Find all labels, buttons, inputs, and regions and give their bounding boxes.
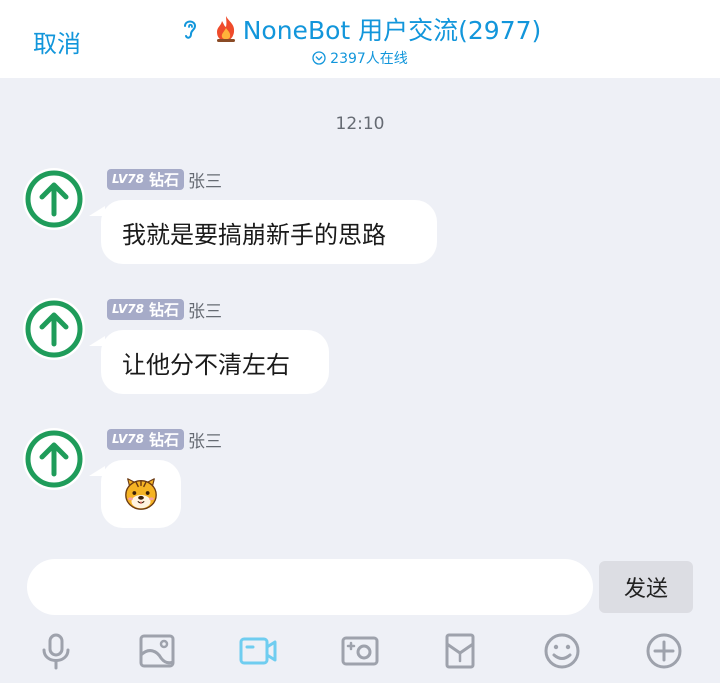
image-icon xyxy=(139,634,175,668)
level-badge: LV78 钻石 xyxy=(107,298,184,320)
bottom-toolbar xyxy=(0,628,720,674)
message-item: LV78 钻石 张三 我就是要搞崩新手的思路 xyxy=(0,168,720,268)
send-button[interactable]: 发送 xyxy=(599,561,693,613)
message-input[interactable] xyxy=(27,559,593,615)
red-packet-button[interactable] xyxy=(437,628,483,674)
image-button[interactable] xyxy=(134,628,180,674)
avatar[interactable] xyxy=(23,168,85,230)
level-text: LV78 xyxy=(112,302,144,316)
microphone-button[interactable] xyxy=(33,628,79,674)
level-badge: LV78 钻石 xyxy=(107,168,184,190)
online-status: 2397人在线 xyxy=(0,48,720,68)
tiger-face-emoji-icon xyxy=(125,478,157,510)
chat-title-row[interactable]: NoneBot 用户交流(2977) xyxy=(0,12,720,46)
bubble-tail xyxy=(89,206,105,216)
camera-button[interactable] xyxy=(337,628,383,674)
plus-icon xyxy=(646,633,682,669)
video-icon xyxy=(239,637,277,665)
camera-icon xyxy=(341,636,379,666)
red-packet-icon xyxy=(445,633,475,669)
emoji-icon xyxy=(544,633,580,669)
avatar[interactable] xyxy=(23,428,85,490)
message-bubble[interactable]: 让他分不清左右 xyxy=(89,330,329,394)
chat-title: NoneBot 用户交流(2977) xyxy=(242,16,542,45)
fire-icon xyxy=(216,16,235,42)
message-meta: LV78 钻石 张三 xyxy=(107,167,222,192)
message-bubble[interactable] xyxy=(89,460,181,528)
chevron-circle-icon xyxy=(312,51,326,65)
message-timestamp: 12:10 xyxy=(335,114,385,134)
level-text: LV78 xyxy=(112,432,144,446)
message-item: LV78 钻石 张三 让他分不清左右 xyxy=(0,298,720,398)
message-bubble[interactable]: 我就是要搞崩新手的思路 xyxy=(89,200,437,264)
message-text: 我就是要搞崩新手的思路 xyxy=(122,220,386,249)
rank-text: 钻石 xyxy=(148,300,179,319)
online-count: 2397人在线 xyxy=(330,51,408,67)
microphone-icon xyxy=(42,633,70,670)
avatar[interactable] xyxy=(23,298,85,360)
plus-button[interactable] xyxy=(641,628,687,674)
sender-name[interactable]: 张三 xyxy=(188,427,222,452)
sender-name[interactable]: 张三 xyxy=(188,167,222,192)
message-meta: LV78 钻石 张三 xyxy=(107,297,222,322)
message-item: LV78 钻石 张三 xyxy=(0,428,720,532)
level-text: LV78 xyxy=(112,172,144,186)
message-meta: LV78 钻石 张三 xyxy=(107,427,222,452)
level-badge: LV78 钻石 xyxy=(107,428,184,450)
rank-text: 钻石 xyxy=(148,430,179,449)
sender-name[interactable]: 张三 xyxy=(188,297,222,322)
rank-text: 钻石 xyxy=(148,170,179,189)
chat-header: 取消 NoneBot 用户交流(2977) 2397人在线 xyxy=(0,0,720,78)
bubble-tail xyxy=(89,466,105,476)
emoji-button[interactable] xyxy=(539,628,585,674)
ear-icon[interactable] xyxy=(179,15,201,43)
message-text: 让他分不清左右 xyxy=(122,350,290,379)
video-button[interactable] xyxy=(235,628,281,674)
bubble-tail xyxy=(89,336,105,346)
